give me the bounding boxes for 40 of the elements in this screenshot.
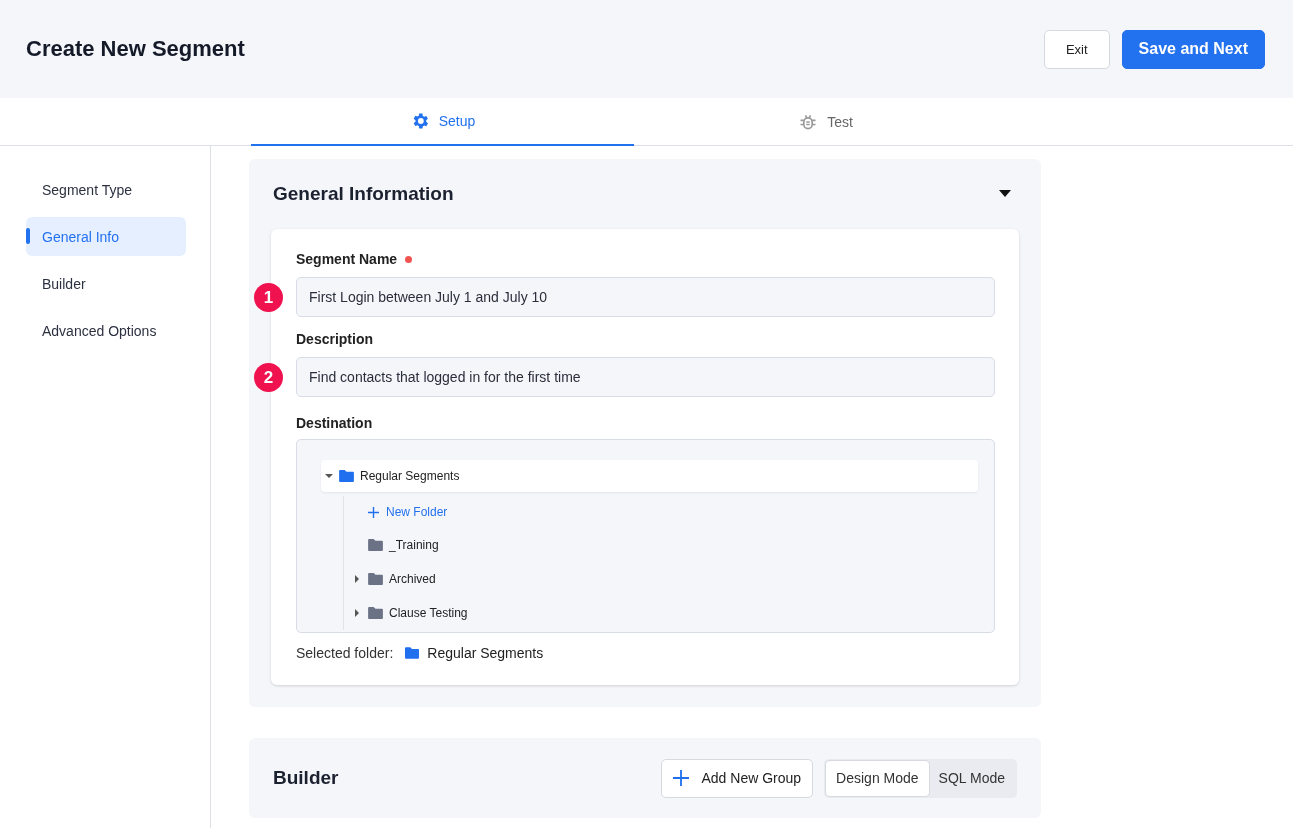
- sidebar-item[interactable]: Builder: [26, 264, 186, 303]
- input-field[interactable]: First Login between July 1 and July 10: [296, 277, 995, 317]
- field-label: Description: [296, 331, 373, 347]
- folder-icon: [368, 539, 383, 551]
- sidebar-item[interactable]: General Info: [26, 217, 186, 256]
- plus-icon: [368, 506, 379, 518]
- tree-item[interactable]: _Training: [354, 528, 978, 562]
- caret-icon[interactable]: [354, 575, 360, 583]
- folder-icon: [339, 470, 354, 482]
- page-title: Create New Segment: [26, 36, 245, 62]
- step-badge: 1: [254, 283, 283, 312]
- folder-icon: [405, 647, 420, 659]
- section-title: Builder: [273, 767, 339, 789]
- tree-item[interactable]: Clause Testing: [354, 596, 978, 630]
- new-folder-link[interactable]: New Folder: [354, 496, 978, 528]
- caret-icon[interactable]: [999, 190, 1011, 198]
- field-label: Destination: [296, 415, 373, 431]
- tree-item[interactable]: Regular Segments: [321, 460, 978, 492]
- selected-folder-name: Regular Segments: [427, 645, 544, 661]
- folder-icon: [368, 573, 383, 585]
- sidebar-item[interactable]: Segment Type: [26, 170, 186, 209]
- input-field[interactable]: Find contacts that logged in for the first time: [296, 357, 995, 397]
- tree-item[interactable]: Archived: [354, 562, 978, 596]
- folder-icon: [368, 607, 383, 619]
- mode-option[interactable]: Design Mode: [826, 760, 929, 796]
- tab[interactable]: Setup: [251, 98, 634, 146]
- field-label: Segment Name: [296, 251, 398, 267]
- mode-option[interactable]: SQL Mode: [928, 760, 1015, 796]
- step-badge: 2: [254, 363, 283, 392]
- tab[interactable]: Test: [634, 98, 1017, 146]
- save-button[interactable]: Save and Next: [1121, 29, 1265, 69]
- add-group-button[interactable]: Add New Group: [661, 758, 814, 798]
- caret-icon[interactable]: [354, 609, 360, 617]
- caret-icon[interactable]: [325, 472, 333, 480]
- section-title: General Information: [273, 183, 454, 205]
- bug-icon: [798, 112, 819, 132]
- plus-icon: [673, 770, 690, 786]
- sidebar-item[interactable]: Advanced Options: [26, 311, 186, 350]
- exit-button[interactable]: Exit: [1043, 29, 1110, 69]
- selected-folder-label: Selected folder:: [296, 645, 394, 661]
